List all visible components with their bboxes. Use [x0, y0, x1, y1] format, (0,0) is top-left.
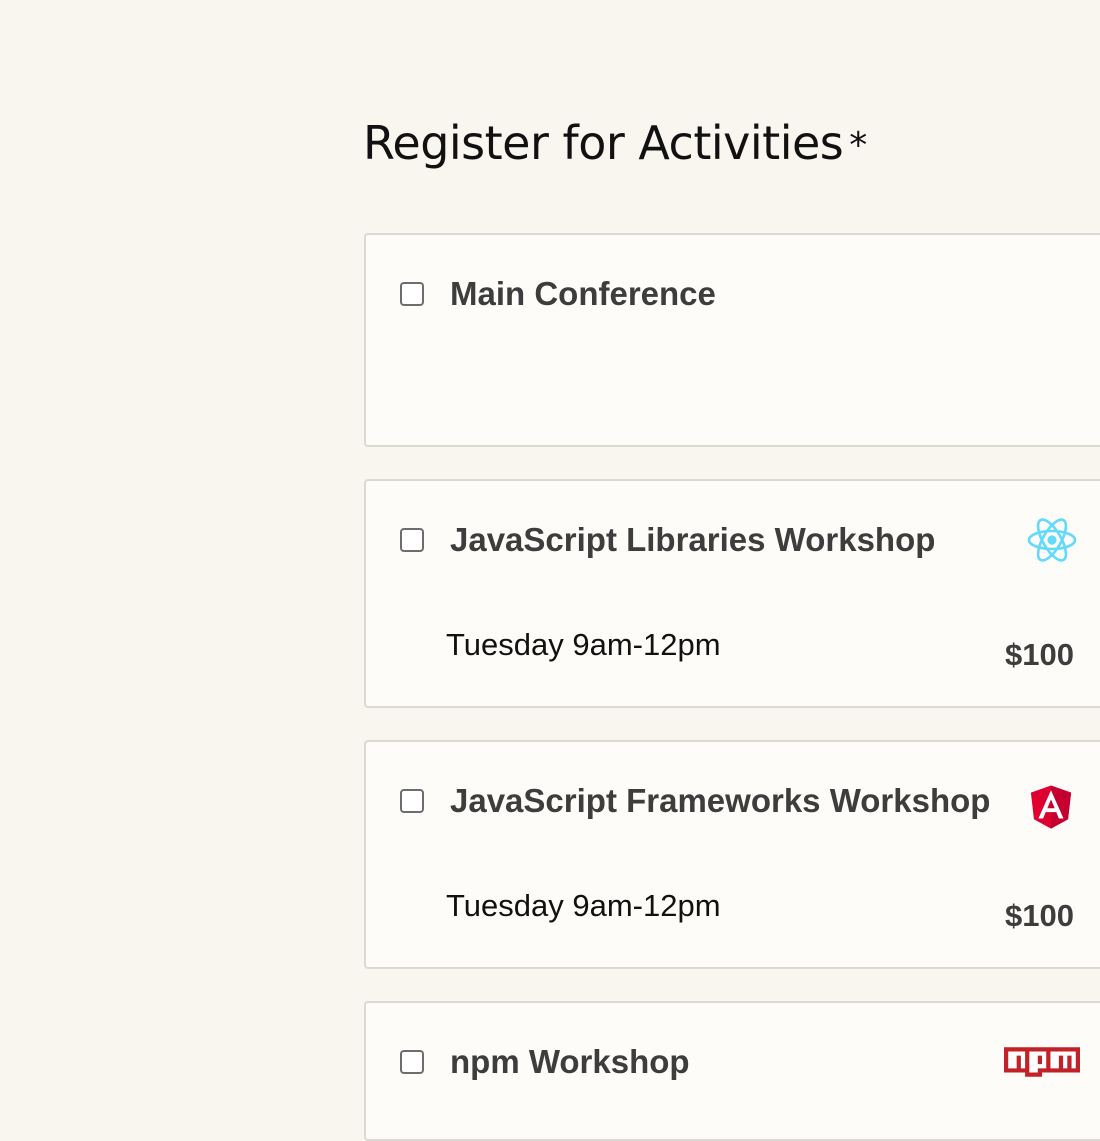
react-logo-icon	[1027, 518, 1077, 562]
activity-card-npm[interactable]: npm Workshop	[364, 1001, 1100, 1141]
activity-name: Main Conference	[450, 275, 716, 312]
activity-time: Tuesday 9am-12pm	[446, 888, 721, 923]
activity-card-main-conference[interactable]: Main Conference	[364, 233, 1100, 447]
activity-card-js-frameworks[interactable]: JavaScript Frameworks Workshop Tuesday 9…	[364, 740, 1100, 969]
activity-name: JavaScript Libraries Workshop	[450, 521, 936, 558]
activity-checkbox-npm[interactable]	[400, 1050, 424, 1074]
section-title-text: Register for Activities	[363, 116, 844, 170]
angular-logo-icon	[1030, 785, 1072, 829]
activity-name: JavaScript Frameworks Workshop	[450, 782, 991, 819]
activity-time: Tuesday 9am-12pm	[446, 627, 721, 662]
activity-checkbox-main-conference[interactable]	[400, 282, 424, 306]
activity-cost: $100	[1005, 637, 1074, 672]
section-title: Register for Activities *	[363, 116, 867, 170]
required-marker: *	[849, 125, 867, 166]
activity-name: npm Workshop	[450, 1043, 690, 1080]
activity-card-js-libraries[interactable]: JavaScript Libraries Workshop Tuesday 9a…	[364, 479, 1100, 708]
activity-checkbox-js-libraries[interactable]	[400, 528, 424, 552]
activity-cost: $100	[1005, 898, 1074, 933]
activity-checkbox-js-frameworks[interactable]	[400, 789, 424, 813]
npm-logo-icon	[1004, 1047, 1080, 1077]
